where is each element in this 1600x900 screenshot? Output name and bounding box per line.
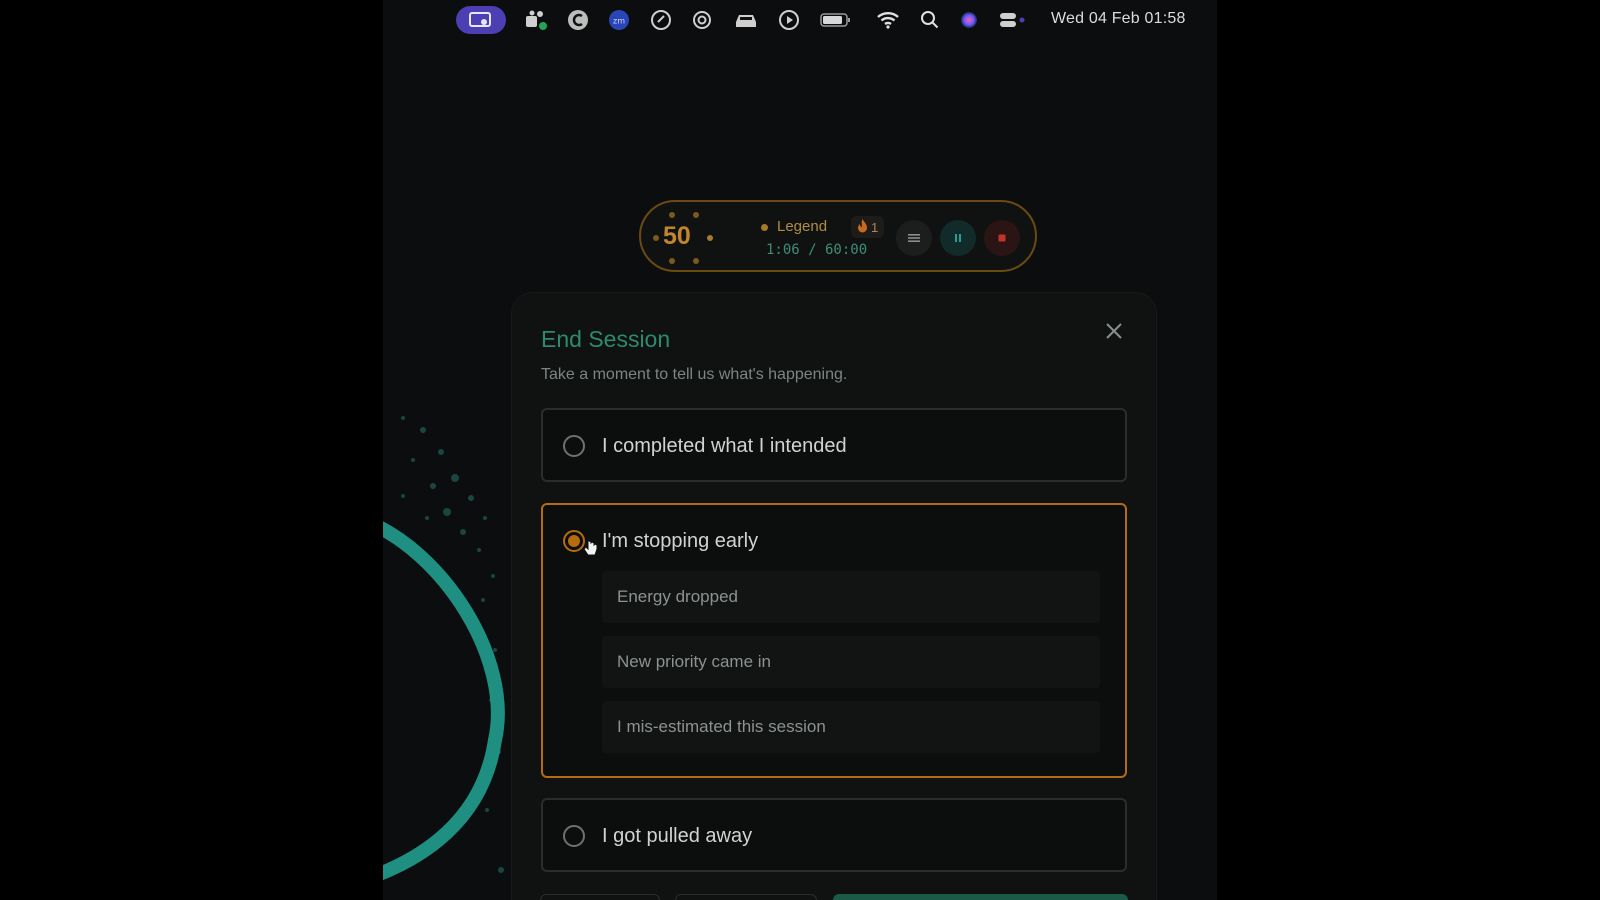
- elapsed-time: 1:06 / 60:00: [766, 242, 868, 258]
- car-icon[interactable]: [732, 8, 760, 32]
- focus-ring-decoration: [383, 400, 513, 900]
- stop-button[interactable]: [984, 220, 1020, 256]
- score-ring-dot: [707, 235, 713, 241]
- tier-label: Legend: [777, 218, 828, 235]
- wifi-icon[interactable]: [875, 8, 901, 32]
- pointer-cursor-icon: [583, 537, 599, 557]
- zoom-icon[interactable]: zm: [607, 8, 631, 32]
- c-app-icon[interactable]: [566, 8, 590, 32]
- modal-title: End Session: [541, 326, 671, 352]
- link-icon[interactable]: [649, 8, 673, 32]
- footer-button[interactable]: [675, 894, 817, 900]
- radio-completed[interactable]: [563, 435, 585, 457]
- reason-option[interactable]: I mis-estimated this session: [602, 701, 1100, 753]
- reason-option[interactable]: New priority came in: [602, 636, 1100, 688]
- screen-share-icon[interactable]: [456, 6, 506, 34]
- menu-bar: zm Wed 04 Feb 01:58: [383, 0, 1217, 40]
- focus-score: 50: [663, 222, 691, 250]
- close-button[interactable]: [1102, 319, 1126, 343]
- reason-option[interactable]: Energy dropped: [602, 571, 1100, 623]
- control-center-icon[interactable]: [997, 8, 1027, 32]
- streak-count: 1: [871, 219, 879, 235]
- session-timer-pill: 50 Legend 1 1:06 / 60:00: [639, 200, 1037, 272]
- menubar-clock: Wed 04 Feb 01:58: [1051, 10, 1186, 27]
- menu-button[interactable]: [896, 220, 932, 256]
- option-label: I got pulled away: [602, 825, 753, 847]
- option-stopping-early[interactable]: I'm stopping early Energy dropped New pr…: [541, 503, 1127, 778]
- zoom-label: zm: [613, 17, 625, 26]
- modal-subtitle: Take a moment to tell us what's happenin…: [541, 366, 848, 383]
- siri-icon[interactable]: [958, 8, 980, 32]
- score-ring-dot: [693, 212, 699, 218]
- end-session-modal: End Session Take a moment to tell us wha…: [511, 292, 1157, 900]
- tier-dot: [761, 224, 768, 231]
- battery-icon[interactable]: [819, 8, 853, 32]
- search-icon[interactable]: [919, 8, 941, 32]
- option-label: I completed what I intended: [602, 435, 847, 457]
- play-icon[interactable]: [777, 8, 801, 32]
- openai-icon[interactable]: [690, 8, 714, 32]
- close-icon: [1102, 323, 1126, 347]
- option-label: I'm stopping early: [602, 530, 759, 552]
- option-completed[interactable]: I completed what I intended: [541, 408, 1127, 482]
- teams-icon[interactable]: [523, 8, 549, 32]
- footer-button[interactable]: [540, 894, 660, 900]
- score-ring-dot: [669, 258, 675, 264]
- option-pulled-away[interactable]: I got pulled away: [541, 798, 1127, 872]
- radio-pulled-away[interactable]: [563, 825, 585, 847]
- score-ring-dot: [693, 258, 699, 264]
- score-ring-dot: [653, 235, 659, 241]
- stop-icon: [997, 231, 1007, 246]
- pause-button[interactable]: [940, 220, 976, 256]
- confirm-end-button[interactable]: [833, 894, 1128, 900]
- app-screen: zm Wed 04 Feb 01:58 50 Legend 1 1:06 / 6…: [383, 0, 1217, 900]
- menu-icon: [908, 231, 920, 246]
- radio-stopping-early[interactable]: [563, 530, 585, 552]
- score-ring-dot: [669, 212, 675, 218]
- pause-icon: [953, 231, 963, 246]
- flame-icon: [857, 218, 868, 236]
- streak-badge: 1: [851, 216, 885, 238]
